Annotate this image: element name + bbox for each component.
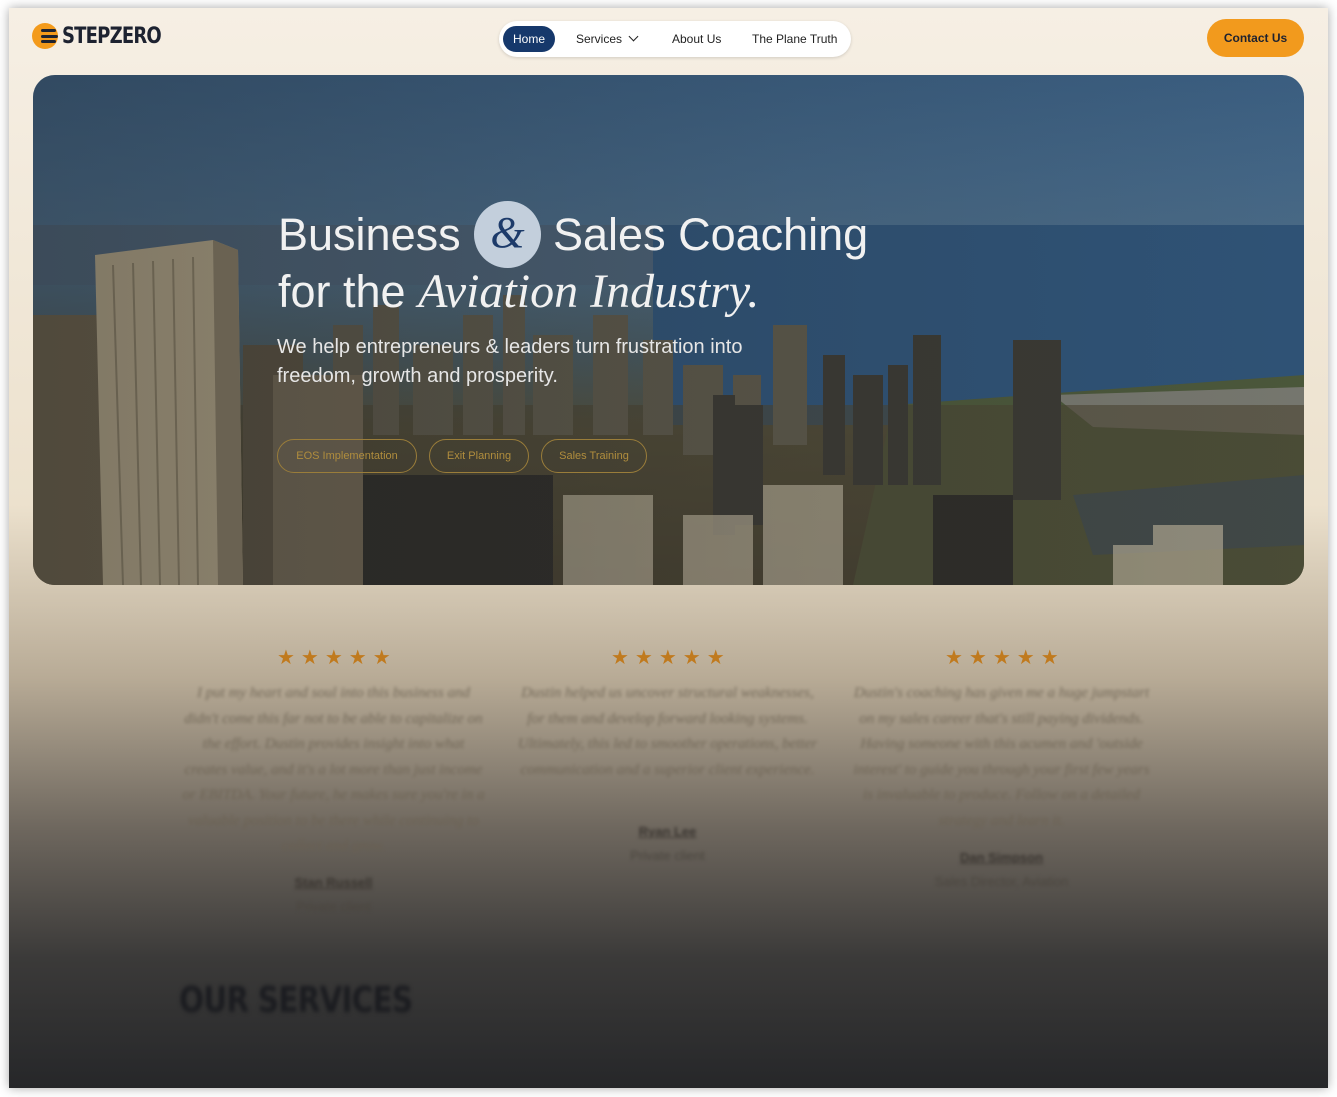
- testimonial-1-name[interactable]: Stan Russell: [181, 875, 486, 890]
- testimonial-2-quote: Dustin helped us uncover structural weak…: [517, 685, 818, 778]
- services-heading: OUR SERVICES: [179, 980, 413, 1021]
- pill-eos-implementation[interactable]: EOS Implementation: [277, 439, 417, 473]
- testimonial-1-quote: I put my heart and soul into this busine…: [182, 685, 485, 854]
- testimonial-2-stars: ★★★★★: [611, 647, 731, 669]
- hero-title-line1-a: Business: [278, 209, 461, 260]
- testimonial-3-quote: Dustin's coaching has given me a huge ju…: [853, 685, 1150, 829]
- pill-exit-planning[interactable]: Exit Planning: [429, 439, 529, 473]
- testimonial-1-role: Private client: [296, 899, 371, 914]
- nav-item-home[interactable]: Home: [503, 26, 556, 52]
- testimonial-2-role: Private client: [630, 848, 705, 863]
- nav-item-services[interactable]: Services: [576, 29, 639, 49]
- main-nav: Home Services About Us The Plane Truth: [499, 21, 851, 57]
- hero-title-line2-a: for the: [278, 266, 406, 317]
- hero-title-line2: for the Aviation Industry.: [278, 262, 759, 322]
- stepzero-logo-icon: [32, 23, 58, 49]
- testimonial-2-name[interactable]: Ryan Lee: [515, 824, 820, 839]
- contact-us-button[interactable]: Contact Us: [1207, 19, 1304, 57]
- hero-title-line1-b: Sales Coaching: [553, 209, 869, 260]
- chevron-down-icon: [628, 31, 639, 42]
- hero-overlay: [33, 75, 1304, 585]
- hero-banner: Business & Sales Coaching for the Aviati…: [33, 75, 1304, 585]
- nav-item-services-label: Services: [576, 32, 623, 46]
- ampersand-badge: &: [474, 201, 541, 268]
- testimonial-3-stars: ★★★★★: [945, 647, 1065, 669]
- brand-name: STEPZERO: [62, 23, 162, 49]
- brand-logo[interactable]: STEPZERO: [32, 23, 183, 49]
- nav-item-plane-truth[interactable]: The Plane Truth: [752, 29, 837, 49]
- pill-sales-training[interactable]: Sales Training: [541, 439, 647, 473]
- page-frame: STEPZERO Home Services About Us The Plan…: [9, 8, 1328, 1088]
- hero-subtitle: We help entrepreneurs & leaders turn fru…: [277, 336, 743, 387]
- testimonial-3-role: Sales Director, Aviation: [934, 874, 1069, 889]
- hero-title-italic: Aviation Industry.: [418, 265, 760, 318]
- testimonial-1-stars: ★★★★★: [277, 647, 397, 669]
- nav-item-about[interactable]: About Us: [672, 29, 721, 49]
- testimonial-3-name[interactable]: Dan Simpson: [849, 850, 1154, 865]
